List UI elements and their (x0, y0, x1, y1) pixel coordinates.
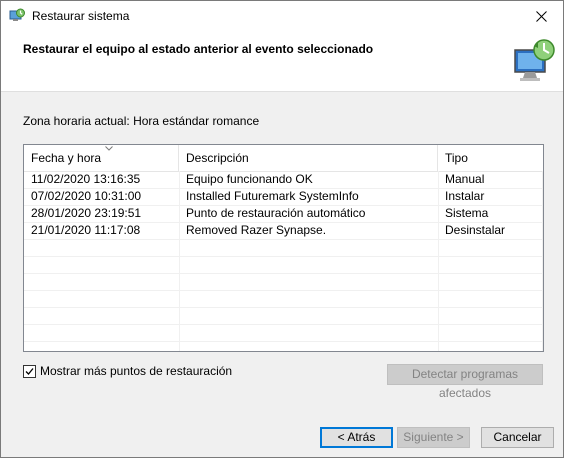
cell-date: 28/01/2020 23:19:51 (31, 206, 142, 220)
grid-line (24, 307, 543, 308)
grid-line (24, 324, 543, 325)
title-bar: Restaurar sistema (1, 1, 563, 31)
back-button[interactable]: < Atrás (320, 427, 393, 448)
grid-line (24, 273, 543, 274)
restore-computer-icon (511, 38, 557, 84)
cell-type: Instalar (445, 189, 485, 203)
next-button[interactable]: Siguiente > (397, 427, 470, 448)
cell-date: 07/02/2020 10:31:00 (31, 189, 142, 203)
column-label-description: Descripción (186, 151, 249, 165)
system-restore-window: Restaurar sistema Restaurar el equipo al… (0, 0, 564, 458)
list-header: Fecha y hora Descripción Tipo (24, 145, 543, 172)
table-row[interactable]: 21/01/2020 11:17:08 Removed Razer Synaps… (24, 222, 543, 239)
show-more-checkbox[interactable]: Mostrar más puntos de restauración (23, 364, 232, 378)
cell-description: Punto de restauración automático (186, 206, 366, 220)
cell-type: Sistema (445, 206, 489, 220)
system-restore-icon (9, 8, 25, 24)
column-header-description[interactable]: Descripción (179, 145, 438, 171)
cell-type: Manual (445, 172, 485, 186)
checkmark-icon (25, 367, 34, 375)
checkbox-label: Mostrar más puntos de restauración (40, 364, 233, 378)
grid-line (24, 341, 543, 342)
grid-line (24, 256, 543, 257)
close-icon (535, 10, 547, 22)
cancel-button[interactable]: Cancelar (481, 427, 554, 448)
cell-description: Installed Futuremark SystemInfo (186, 189, 359, 203)
cell-description: Removed Razer Synapse. (186, 223, 327, 237)
wizard-header: Restaurar el equipo al estado anterior a… (1, 31, 563, 92)
column-header-date[interactable]: Fecha y hora (24, 145, 179, 171)
checkbox-box[interactable] (23, 364, 36, 378)
cell-date: 21/01/2020 11:17:08 (31, 223, 141, 237)
sort-arrow-icon (105, 146, 113, 151)
detect-affected-programs-button[interactable]: Detectar programas afectados (387, 364, 543, 400)
grid-line (24, 290, 543, 291)
grid-line (24, 239, 543, 240)
table-row[interactable]: 07/02/2020 10:31:00 Installed Futuremark… (24, 188, 543, 205)
column-label-type: Tipo (445, 151, 468, 165)
page-title: Restaurar el equipo al estado anterior a… (23, 42, 374, 56)
restore-points-list[interactable]: Fecha y hora Descripción Tipo 11/02/2020… (23, 144, 544, 352)
cell-type: Desinstalar (445, 223, 506, 237)
column-label-date: Fecha y hora (31, 151, 102, 165)
table-row[interactable]: 11/02/2020 13:16:35 Equipo funcionando O… (24, 171, 543, 188)
cell-description: Equipo funcionando OK (186, 172, 313, 186)
window-title: Restaurar sistema (32, 9, 130, 23)
table-row[interactable]: 28/01/2020 23:19:51 Punto de restauració… (24, 205, 543, 222)
timezone-label: Zona horaria actual: Hora estándar roman… (23, 114, 260, 128)
cell-date: 11/02/2020 13:16:35 (31, 172, 141, 186)
close-button[interactable] (519, 1, 563, 31)
column-header-type[interactable]: Tipo (438, 145, 543, 171)
